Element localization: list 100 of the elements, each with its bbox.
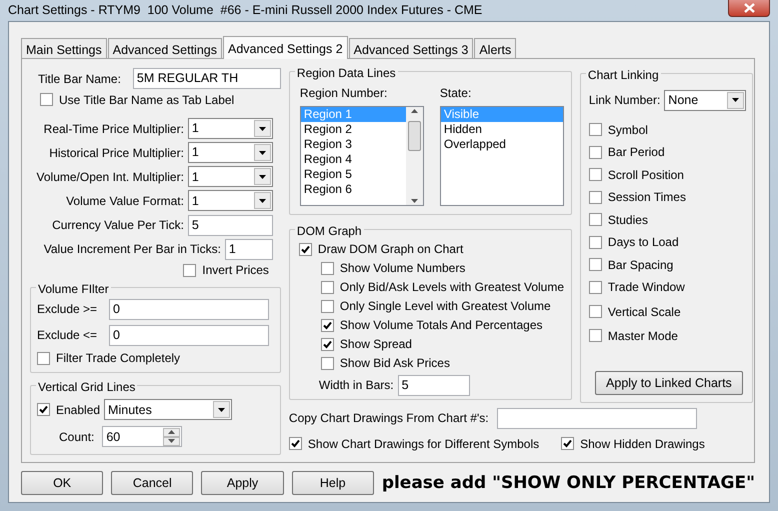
checkbox[interactable] xyxy=(288,437,302,450)
field-label: Width in Bars: xyxy=(318,377,394,394)
checkbox[interactable] xyxy=(588,329,602,342)
input-field[interactable]: 0 xyxy=(109,324,269,346)
up-arrow-icon xyxy=(410,108,418,112)
checkbox[interactable] xyxy=(320,262,334,274)
spin-field[interactable]: 60 xyxy=(102,426,182,448)
checkbox-label: Show Bid Ask Prices xyxy=(340,355,450,372)
tab[interactable]: Advanced Settings xyxy=(108,38,222,58)
input-field[interactable]: 5M REGULAR TH xyxy=(132,68,281,90)
checkbox-label: Symbol xyxy=(608,122,648,139)
dropdown[interactable]: 1 xyxy=(188,118,273,140)
field-label: Title Bar Name: xyxy=(38,70,121,88)
scrollbar-thumb[interactable] xyxy=(408,120,421,150)
field-label: Volume/Open Int. Multiplier: xyxy=(36,168,184,186)
field-label: Count: xyxy=(59,428,94,446)
list-item[interactable]: Hidden xyxy=(440,122,563,136)
checkbox[interactable] xyxy=(561,437,574,450)
checkbox[interactable] xyxy=(588,236,602,249)
checkbox[interactable] xyxy=(588,305,602,318)
caret-icon xyxy=(732,98,740,102)
checkbox[interactable] xyxy=(320,300,334,312)
list-item[interactable]: Overlapped xyxy=(440,136,563,152)
checkbox[interactable] xyxy=(588,168,602,182)
checkbox[interactable] xyxy=(588,280,602,294)
dialog-button[interactable]: Cancel xyxy=(111,471,194,496)
down-arrow-icon xyxy=(168,439,176,444)
list-box[interactable]: Visible Hidden Overlapped xyxy=(440,106,564,206)
checkbox-label: Vertical Scale xyxy=(608,304,681,320)
checkbox-label: Show Volume Totals And Percentages xyxy=(340,317,542,334)
input-field[interactable] xyxy=(496,408,697,428)
dialog-button[interactable]: Help xyxy=(292,471,374,496)
list-item[interactable]: Region 4 xyxy=(300,152,406,166)
tab[interactable]: Main Settings xyxy=(21,38,107,58)
checkbox[interactable] xyxy=(588,258,602,272)
checkbox-label: Trade Window xyxy=(608,279,685,296)
checkbox[interactable] xyxy=(320,280,334,294)
dropdown[interactable]: None xyxy=(664,90,746,110)
caret-icon xyxy=(258,126,266,131)
checkbox[interactable] xyxy=(298,242,312,256)
input-field[interactable]: 1 xyxy=(224,238,273,260)
field-label: Value Increment Per Bar in Ticks: xyxy=(44,241,221,258)
scrollbar[interactable] xyxy=(406,106,423,204)
checkbox-label: Invert Prices xyxy=(202,262,269,280)
checkbox[interactable] xyxy=(183,264,196,277)
dialog-button[interactable]: Apply xyxy=(201,471,284,496)
field-label: Historical Price Multiplier: xyxy=(49,144,184,162)
checkbox[interactable] xyxy=(37,403,50,416)
checkbox[interactable] xyxy=(588,190,602,204)
checkbox-label: Draw DOM Graph on Chart xyxy=(318,241,464,258)
checkbox[interactable] xyxy=(320,338,334,350)
checkbox-label: Enabled xyxy=(56,402,100,419)
list-item[interactable]: Region 5 xyxy=(300,166,406,182)
field-label: Volume Value Format: xyxy=(66,192,184,210)
checkbox-label: Scroll Position xyxy=(608,166,684,184)
caret-icon xyxy=(258,198,266,203)
close-button[interactable] xyxy=(728,0,770,18)
apply-linked-charts-button[interactable]: Apply to Linked Charts xyxy=(594,371,743,395)
caret-icon xyxy=(258,174,266,179)
tab[interactable]: Alerts xyxy=(474,38,516,58)
dropdown[interactable]: 1 xyxy=(188,142,273,164)
input-field[interactable]: 0 xyxy=(109,298,269,320)
dropdown[interactable]: 1 xyxy=(188,166,273,188)
list-item[interactable]: Region 3 xyxy=(300,136,406,152)
dropdown[interactable]: 1 xyxy=(188,190,273,212)
checkbox[interactable] xyxy=(320,318,334,332)
down-arrow-icon xyxy=(410,198,418,202)
tab[interactable]: Advanced Settings 3 xyxy=(348,38,474,58)
checkbox-label: Days to Load xyxy=(608,234,679,252)
list-item[interactable]: Region 6 xyxy=(300,182,406,196)
checkbox-label: Show Hidden Drawings xyxy=(580,436,705,452)
checkbox-label: Use Title Bar Name as Tab Label xyxy=(59,92,234,109)
checkbox[interactable] xyxy=(40,93,53,106)
list-box[interactable]: Region 1 Region 2 Region 3 Region 4 Region 5 Region 6 xyxy=(300,106,424,206)
field-label: Link Number: xyxy=(588,92,660,109)
field-label: Currency Value Per Tick: xyxy=(52,217,184,234)
checkbox-label: Bar Period xyxy=(608,144,665,162)
checkbox[interactable] xyxy=(588,146,602,159)
checkbox-label: Show Volume Numbers xyxy=(340,260,466,277)
checkbox-label: Filter Trade Completely xyxy=(56,350,180,368)
checkbox[interactable] xyxy=(588,213,602,226)
list-item[interactable]: Region 2 xyxy=(300,122,406,136)
checkbox-label: Show Spread xyxy=(340,336,412,353)
dropdown[interactable]: Minutes xyxy=(104,399,232,420)
dialog-button[interactable]: OK xyxy=(21,471,104,496)
checkbox[interactable] xyxy=(37,352,50,365)
field-label: State: xyxy=(440,84,472,102)
checkbox[interactable] xyxy=(588,123,602,136)
input-field[interactable]: 5 xyxy=(188,214,273,236)
tab[interactable]: Advanced Settings 2 xyxy=(222,36,348,58)
input-field[interactable]: 5 xyxy=(398,374,470,396)
close-icon xyxy=(744,3,754,14)
checkbox-label: Show Chart Drawings for Different Symbols xyxy=(308,436,540,452)
checkbox[interactable] xyxy=(320,356,334,370)
field-label: Copy Chart Drawings From Chart #'s: xyxy=(288,410,489,427)
caret-icon xyxy=(218,408,226,412)
field-label: Exclude <= xyxy=(37,327,98,344)
checkbox-label: Only Bid/Ask Levels with Greatest Volume xyxy=(340,279,564,296)
checkbox-label: Only Single Level with Greatest Volume xyxy=(340,298,551,315)
field-label: Region Number: xyxy=(300,84,388,102)
